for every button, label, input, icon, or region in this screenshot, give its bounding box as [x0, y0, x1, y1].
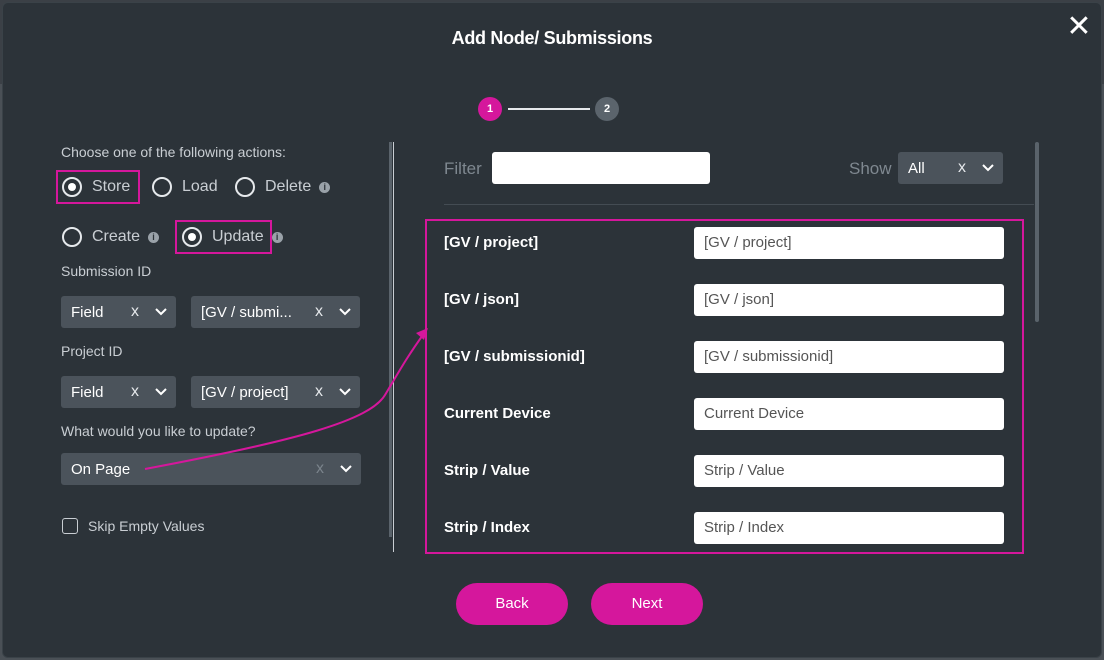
radio-store[interactable]: Store [62, 177, 130, 197]
close-icon[interactable]: ✕ [1064, 12, 1094, 42]
radio-update-icon [182, 227, 202, 247]
step-2-indicator: 2 [595, 97, 619, 121]
filter-divider [444, 204, 1034, 205]
project-id-field-value: [GV / project] [201, 383, 289, 401]
actions-label: Choose one of the following actions: [61, 144, 286, 160]
mapping-row-input[interactable]: Current Device [694, 398, 1004, 430]
mapping-row-input[interactable]: [GV / json] [694, 284, 1004, 316]
update-target-label: What would you like to update? [61, 423, 256, 439]
update-target-select[interactable]: On Page x [61, 453, 361, 485]
project-id-type-select[interactable]: Field x [61, 376, 176, 408]
radio-load-label: Load [182, 178, 218, 195]
submission-id-type-value: Field [71, 303, 104, 321]
submission-id-field-select[interactable]: [GV / submi... x [191, 296, 360, 328]
radio-delete-label: Delete [265, 178, 312, 195]
radio-load-icon [152, 177, 172, 197]
mapping-row-input[interactable]: Strip / Index [694, 512, 1004, 544]
mapping-row-label: [GV / json] [444, 291, 519, 308]
back-button[interactable]: Back [456, 583, 568, 625]
info-icon[interactable]: i [271, 231, 283, 243]
clear-icon[interactable]: x [308, 303, 330, 321]
step-1-indicator: 1 [478, 97, 502, 121]
radio-create-label: Create [92, 228, 141, 245]
skip-empty-label: Skip Empty Values [88, 518, 205, 534]
radio-delete-icon [235, 177, 255, 197]
mapping-row-label: Strip / Value [444, 462, 530, 479]
chevron-down-icon[interactable] [146, 308, 176, 316]
radio-store-icon [62, 177, 82, 197]
radio-create-icon [62, 227, 82, 247]
clear-icon[interactable]: x [308, 383, 330, 401]
panel-divider [393, 142, 394, 552]
radio-create[interactable]: Create i [62, 227, 160, 247]
mapping-row-label: [GV / project] [444, 234, 539, 251]
mapping-row-input[interactable]: [GV / project] [694, 227, 1004, 259]
skip-empty-checkbox[interactable]: Skip Empty Values [62, 518, 204, 534]
submission-id-label: Submission ID [61, 263, 152, 279]
show-label: Show [849, 159, 892, 178]
project-id-label: Project ID [61, 343, 123, 359]
mapping-row-input[interactable]: Strip / Value [694, 455, 1004, 487]
project-id-field-select[interactable]: [GV / project] x [191, 376, 360, 408]
submission-id-field-value: [GV / submi... [201, 303, 292, 321]
mapping-row-input[interactable]: [GV / submissionid] [694, 341, 1004, 373]
chevron-down-icon[interactable] [330, 308, 360, 316]
project-id-type-value: Field [71, 383, 104, 401]
radio-delete[interactable]: Delete i [235, 177, 331, 197]
clear-icon[interactable]: x [124, 383, 146, 401]
clear-icon[interactable]: x [124, 303, 146, 321]
chevron-down-icon[interactable] [331, 465, 361, 473]
update-target-value: On Page [71, 460, 131, 478]
clear-icon[interactable]: x [951, 159, 973, 177]
mapping-row-label: Current Device [444, 405, 551, 422]
filter-label: Filter [444, 159, 482, 178]
clear-icon[interactable]: x [309, 460, 331, 478]
submission-id-type-select[interactable]: Field x [61, 296, 176, 328]
next-button[interactable]: Next [591, 583, 703, 625]
stepper-connector [508, 108, 590, 110]
filter-input[interactable] [492, 152, 710, 184]
checkbox-icon [62, 518, 78, 534]
radio-load[interactable]: Load [152, 177, 218, 197]
right-scrollbar[interactable] [1035, 142, 1039, 322]
show-value: All [908, 159, 925, 177]
radio-store-label: Store [92, 178, 131, 195]
modal-title: Add Node/ Submissions [451, 28, 653, 48]
info-icon[interactable]: i [148, 231, 160, 243]
mapping-highlight [425, 219, 1024, 554]
chevron-down-icon[interactable] [146, 388, 176, 396]
radio-update-label: Update [212, 228, 264, 245]
radio-update[interactable]: Update i [182, 227, 283, 247]
show-select[interactable]: All x [898, 152, 1003, 184]
mapping-row-label: Strip / Index [444, 519, 530, 536]
chevron-down-icon[interactable] [330, 388, 360, 396]
info-icon[interactable]: i [319, 181, 331, 193]
chevron-down-icon[interactable] [973, 164, 1003, 172]
mapping-row-label: [GV / submissionid] [444, 348, 585, 365]
left-scrollbar[interactable] [389, 142, 392, 537]
